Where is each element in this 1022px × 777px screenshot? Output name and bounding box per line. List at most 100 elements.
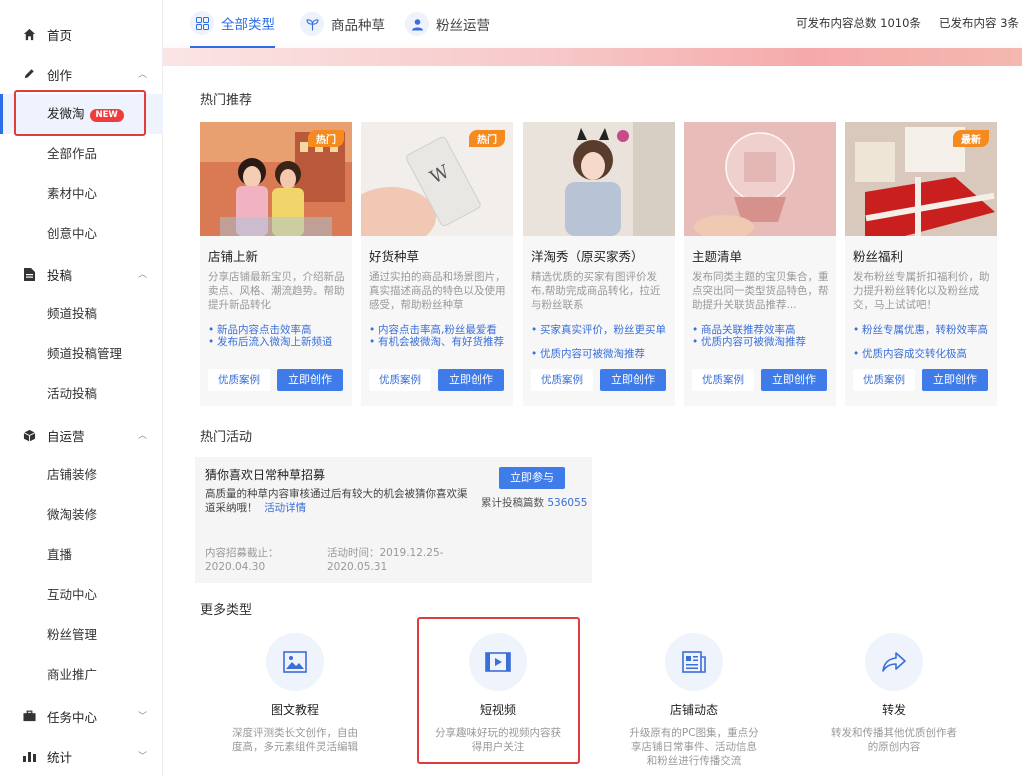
card-bullet: 新品内容点击效率高 <box>208 324 348 336</box>
quality-case-button[interactable]: 优质案例 <box>692 369 754 391</box>
card-image: W 热门 <box>361 122 513 236</box>
header-banner <box>163 48 1022 66</box>
card-image: 最新 <box>845 122 997 236</box>
sidebar-item-interaction-center[interactable]: 互动中心 <box>0 575 163 615</box>
hot-tag: 热门 <box>469 130 505 147</box>
card-shop-new[interactable]: 热门 店铺上新 分享店铺最新宝贝，介绍新品卖点、风格、潮流趋势。帮助提升新品转化… <box>200 122 352 406</box>
quality-case-button[interactable]: 优质案例 <box>531 369 593 391</box>
desc-line: 深度评测类长文创作，自由 <box>232 727 358 739</box>
join-now-button[interactable]: 立即参与 <box>499 467 565 489</box>
sidebar-group-task-center[interactable]: 任务中心 ﹀ <box>0 696 163 736</box>
sidebar-group-label: 自运营 <box>47 428 85 444</box>
stat-label: 已发布内容 <box>939 16 997 30</box>
card-bullet: 商品关联推荐效率高 <box>692 324 832 336</box>
sidebar-group-self-operate[interactable]: 自运营 ︿ <box>0 415 163 455</box>
card-buyer-show[interactable]: 洋淘秀（原买家秀） 精选优质的买家有图评价发布,帮助完成商品转化，拉近与粉丝联系… <box>523 122 675 406</box>
desc-line: 的原创内容 <box>867 741 921 753</box>
sidebar-item-label: 微淘装修 <box>47 507 98 522</box>
deadline-value: 2020.04.30 <box>205 561 266 573</box>
sidebar-item-post-weitao[interactable]: 发微淘 NEW <box>0 94 163 134</box>
sidebar-item-business-promo[interactable]: 商业推广 <box>0 655 163 695</box>
sidebar-group-create[interactable]: 创作 ︿ <box>0 54 163 94</box>
period-label: 活动时间：2019.12.25- <box>327 547 444 559</box>
sidebar-group-label: 投稿 <box>47 267 73 283</box>
pen-icon <box>22 67 36 81</box>
section-title-hot: 热门推荐 <box>200 93 253 108</box>
tab-label: 商品种草 <box>331 18 385 34</box>
create-now-button[interactable]: 立即创作 <box>922 369 988 391</box>
sidebar-item-live[interactable]: 直播 <box>0 535 163 575</box>
card-bullet: 优质内容可被微淘推荐 <box>531 348 671 360</box>
sidebar-group-label: 统计 <box>47 749 73 765</box>
box-icon <box>22 428 36 442</box>
recruit-deadline: 内容招募截止： 2020.04.30 <box>205 546 279 574</box>
sidebar-item-label: 频道投稿管理 <box>47 346 123 361</box>
desc-line: 得用户关注 <box>471 741 525 753</box>
card-title: 粉丝福利 <box>853 249 904 264</box>
card-theme-list[interactable]: 主题清单 发布同类主题的宝贝集合，重点突出同一类型货品特色，帮助提升关联货品推荐… <box>684 122 836 406</box>
sidebar-item-material-center[interactable]: 素材中心 <box>0 174 163 214</box>
sidebar-item-weitao-decor[interactable]: 微淘装修 <box>0 495 163 535</box>
newspaper-icon <box>665 633 723 691</box>
sidebar-item-label: 商业推广 <box>47 667 98 682</box>
card-bullet: 有机会被微淘、有好货推荐 <box>369 336 509 348</box>
stat-value: 3条 <box>1000 16 1019 30</box>
card-title: 好货种草 <box>369 249 420 264</box>
chevron-up-icon: ︿ <box>137 431 147 441</box>
card-desc: 发布粉丝专属折扣福利价，助力提升粉丝转化以及粉丝成交，马上试试吧！ <box>853 271 990 311</box>
sidebar-group-label: 任务中心 <box>47 709 98 725</box>
desc-line: 转发和传播其他优质创作者 <box>831 727 957 739</box>
count-value: 536055 <box>547 497 588 509</box>
sidebar: 首页 创作 ︿ 发微淘 NEW 全部作品 素材中心 创意中心 投稿 ︿ 频道投稿 … <box>0 0 163 777</box>
sidebar-item-idea-center[interactable]: 创意中心 <box>0 214 163 254</box>
type-image-text[interactable]: 图文教程 深度评测类长文创作，自由 度高，多元素组件灵活编辑 <box>215 633 375 754</box>
create-now-button[interactable]: 立即创作 <box>761 369 827 391</box>
quality-case-button[interactable]: 优质案例 <box>208 369 270 391</box>
activity-desc: 高质量的种草内容审核通过后有较大的机会被猜你喜欢渠道采纳哦！ 活动详情 <box>205 487 475 515</box>
card-title: 洋淘秀（原买家秀） <box>531 249 644 264</box>
sidebar-item-channel-submit-manage[interactable]: 频道投稿管理 <box>0 334 163 374</box>
create-now-button[interactable]: 立即创作 <box>438 369 504 391</box>
chevron-down-icon: ﹀ <box>137 712 147 722</box>
published-content-stat: 已发布内容 3条 <box>939 15 1019 31</box>
card-good-seeding[interactable]: W 热门 好货种草 通过实拍的商品和场景图片，真实描述商品的特色以及使用感受，帮… <box>361 122 513 406</box>
sidebar-item-all-works[interactable]: 全部作品 <box>0 134 163 174</box>
sidebar-group-label: 首页 <box>47 27 73 43</box>
sidebar-item-label: 全部作品 <box>47 146 98 161</box>
tab-product-seeding[interactable]: 商品种草 <box>300 0 385 48</box>
quality-case-button[interactable]: 优质案例 <box>853 369 915 391</box>
create-now-button[interactable]: 立即创作 <box>600 369 666 391</box>
video-icon <box>469 633 527 691</box>
type-shop-news[interactable]: 店铺动态 升级原有的PC图集，重点分 享店铺日常事件、活动信息 和粉丝进行传播交流 <box>614 633 774 768</box>
desc-line: 度高，多元素组件灵活编辑 <box>232 741 358 753</box>
type-desc: 转发和传播其他优质创作者 的原创内容 <box>814 726 974 754</box>
quality-case-button[interactable]: 优质案例 <box>369 369 431 391</box>
create-now-button[interactable]: 立即创作 <box>277 369 343 391</box>
sidebar-item-label: 活动投稿 <box>47 386 98 401</box>
card-bullet: 内容点击率高,粉丝最爱看 <box>369 324 509 336</box>
count-label: 累计投稿篇数 <box>481 497 544 509</box>
type-repost[interactable]: 转发 转发和传播其他优质创作者 的原创内容 <box>814 633 974 754</box>
sidebar-item-label: 直播 <box>47 547 73 562</box>
sidebar-item-fans-manage[interactable]: 粉丝管理 <box>0 615 163 655</box>
tab-fans-operation[interactable]: 粉丝运营 <box>405 0 490 48</box>
tab-all-types[interactable]: 全部类型 <box>190 0 275 48</box>
card-fans-welfare[interactable]: 最新 粉丝福利 发布粉丝专属折扣福利价，助力提升粉丝转化以及粉丝成交，马上试试吧… <box>845 122 997 406</box>
sidebar-group-submit[interactable]: 投稿 ︿ <box>0 254 163 294</box>
sidebar-group-stats[interactable]: 统计 ﹀ <box>0 736 163 776</box>
sidebar-item-shop-decor[interactable]: 店铺装修 <box>0 455 163 495</box>
chevron-up-icon: ︿ <box>137 270 147 280</box>
sidebar-group-home[interactable]: 首页 <box>0 14 163 54</box>
type-short-video[interactable]: 短视频 分享趣味好玩的视频内容获 得用户关注 <box>416 633 580 754</box>
period-end: 2020.05.31 <box>327 561 388 573</box>
card-bullet: 粉丝专属优惠，转粉效率高 <box>853 324 993 336</box>
sidebar-item-channel-submit[interactable]: 频道投稿 <box>0 294 163 334</box>
sidebar-item-label: 店铺装修 <box>47 467 98 482</box>
card-desc: 分享店铺最新宝贝，介绍新品卖点、风格、潮流趋势。帮助提升新品转化 <box>208 271 345 311</box>
briefcase-icon <box>22 709 36 723</box>
type-name: 图文教程 <box>270 703 319 717</box>
deadline-label: 内容招募截止： <box>205 547 279 559</box>
sidebar-item-activity-submit[interactable]: 活动投稿 <box>0 374 163 414</box>
activity-detail-link[interactable]: 活动详情 <box>264 502 306 514</box>
type-desc: 深度评测类长文创作，自由 度高，多元素组件灵活编辑 <box>215 726 375 754</box>
